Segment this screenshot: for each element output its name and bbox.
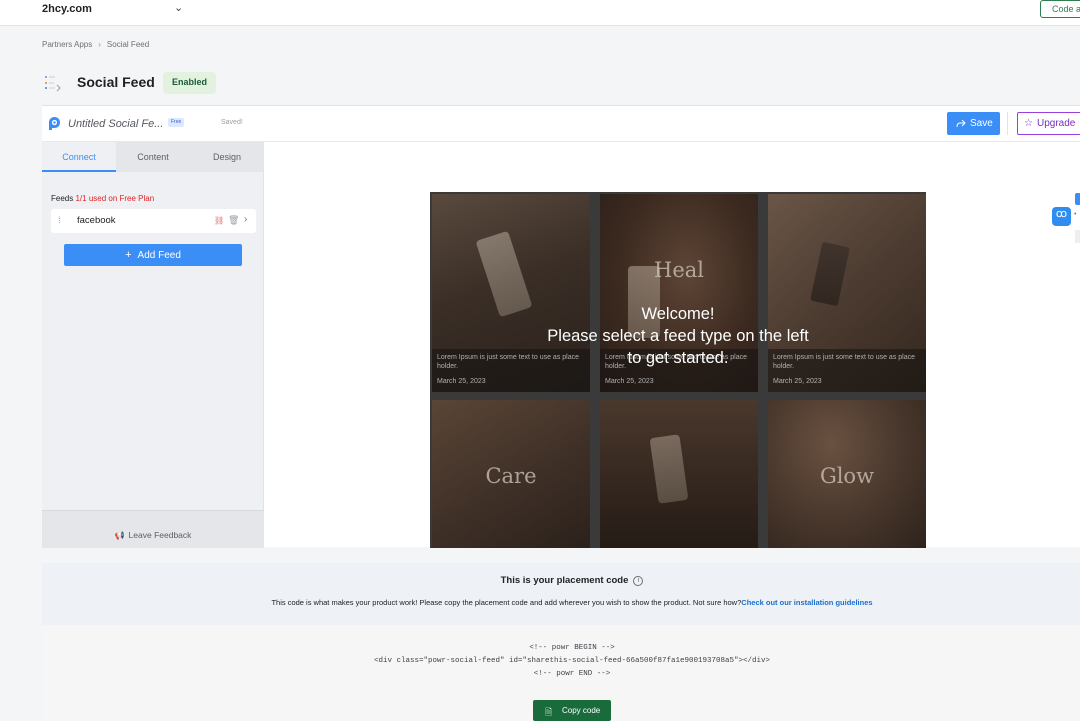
side-widget-tab[interactable] — [1075, 193, 1080, 205]
placement-code-section: This is your placement code i This code i… — [42, 563, 1080, 625]
breadcrumb-current: Social Feed — [106, 40, 150, 49]
top-bar: 2hcy.com ⌄ Code ac — [0, 0, 1080, 26]
copy-code-label: Copy code — [562, 706, 601, 715]
feed-list-item[interactable]: ⁞⁞ facebook ⛓ 🗑 › — [51, 209, 256, 233]
document-icon: 🗎 — [545, 707, 553, 717]
star-icon: ☆ — [1024, 118, 1033, 129]
welcome-instruction-line2: to get started. — [627, 349, 729, 367]
chevron-down-icon[interactable]: ⌄ — [174, 1, 183, 14]
placement-description-text: This code is what makes your product wor… — [271, 598, 742, 607]
tab-connect[interactable]: Connect — [42, 142, 116, 172]
code-access-button[interactable]: Code ac — [1040, 0, 1080, 18]
megaphone-icon: 📢 — [114, 531, 125, 540]
app-icon — [44, 74, 62, 92]
drag-handle-icon[interactable]: ⁞⁞ — [58, 215, 61, 225]
app-editor: Untitled Social Fe... Free Saved! Save ☆… — [42, 105, 1080, 548]
store-name[interactable]: 2hcy.com — [42, 3, 92, 15]
code-line: <div class="powr-social-feed" id="sharet… — [373, 657, 771, 665]
widget-icon[interactable]: ꝏ — [1052, 207, 1071, 226]
welcome-heading: Welcome! — [641, 305, 715, 323]
placement-title: This is your placement code i — [42, 575, 1080, 586]
feed-name-input[interactable]: Untitled Social Fe... — [68, 118, 163, 130]
feeds-label: Feeds 1/1 used on Free Plan — [51, 194, 154, 203]
editor-header: Untitled Social Fe... Free Saved! Save ☆… — [42, 106, 1080, 142]
add-feed-button[interactable]: + Add Feed — [64, 244, 242, 266]
copy-code-button[interactable]: 🗎 Copy code — [533, 700, 611, 721]
page-title: Social Feed — [77, 74, 155, 90]
info-icon[interactable]: i — [633, 576, 644, 586]
preview-tile — [600, 400, 758, 548]
feeds-title: Feeds — [51, 194, 74, 203]
upgrade-button-label: Upgrade — [1037, 118, 1076, 129]
preview-tile: Glow — [768, 400, 926, 548]
code-line: <!-- powr END --> — [533, 670, 611, 678]
preview-tile: Care — [432, 400, 590, 548]
side-widget-dot: • — [1074, 211, 1077, 218]
plan-badge: Free — [168, 118, 185, 127]
welcome-instruction-line1: Please select a feed type on the left — [547, 327, 809, 345]
tile-date: March 25, 2023 — [605, 378, 654, 385]
powr-logo-icon — [48, 116, 61, 131]
plus-icon: + — [125, 249, 132, 261]
tile-word: Heal — [654, 258, 704, 282]
unlink-icon[interactable]: ⛓ — [214, 216, 224, 225]
header-divider — [1007, 112, 1008, 135]
tile-date: March 25, 2023 — [437, 378, 486, 385]
breadcrumb: Partners Apps › Social Feed — [42, 40, 149, 49]
tile-word: Glow — [819, 464, 875, 488]
status-badge: Enabled — [163, 72, 217, 94]
saved-status: Saved! — [221, 119, 243, 126]
tab-content[interactable]: Content — [116, 142, 190, 172]
save-button-label: Save — [970, 118, 993, 129]
breadcrumb-separator: › — [98, 40, 101, 49]
add-feed-label: Add Feed — [137, 250, 181, 261]
chevron-right-icon[interactable]: › — [244, 214, 247, 225]
tile-date: March 25, 2023 — [773, 378, 822, 385]
share-icon — [956, 119, 966, 128]
breadcrumb-parent-link[interactable]: Partners Apps — [42, 40, 92, 49]
leave-feedback-button[interactable]: 📢 Leave Feedback — [42, 510, 264, 548]
leave-feedback-label: Leave Feedback — [128, 530, 192, 540]
side-widget-handle[interactable] — [1075, 230, 1080, 243]
feed-preview: Lorem Ipsum is just some text to use as … — [430, 192, 926, 548]
installation-guidelines-link[interactable]: Check out our installation guidelines — [741, 598, 872, 607]
placement-description: This code is what makes your product wor… — [42, 598, 1080, 607]
feeds-usage: 1/1 used on Free Plan — [75, 194, 155, 203]
tab-design[interactable]: Design — [190, 142, 264, 172]
placement-code-box[interactable]: <!-- powr BEGIN --> <div class="powr-soc… — [42, 625, 1080, 721]
sidebar-tabs: Connect Content Design — [42, 142, 264, 172]
trash-icon[interactable]: 🗑 — [228, 215, 239, 226]
tile-word: Care — [485, 464, 537, 488]
upgrade-button[interactable]: ☆ Upgrade — [1017, 112, 1080, 135]
feed-item-label: facebook — [77, 215, 116, 226]
editor-sidebar: Connect Content Design Feeds 1/1 used on… — [42, 142, 264, 548]
placement-title-text: This is your placement code — [500, 575, 629, 586]
save-button[interactable]: Save — [947, 112, 1000, 135]
code-line: <!-- powr BEGIN --> — [529, 644, 615, 652]
